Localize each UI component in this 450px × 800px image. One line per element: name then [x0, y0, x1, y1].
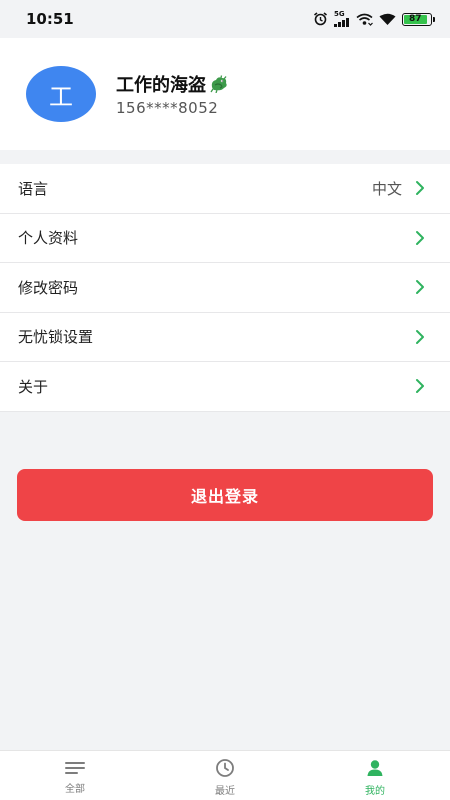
profile-info: 工作的海盗 156****8052	[116, 71, 229, 117]
menu-item-language[interactable]: 语言 中文	[0, 164, 450, 214]
hotspot-icon	[356, 13, 373, 26]
clock-icon	[216, 759, 234, 777]
nav-item-mine[interactable]: 我的	[300, 751, 450, 800]
menu-item-value: 中文	[371, 179, 402, 198]
chevron-right-icon	[416, 379, 424, 394]
menu-item-label: 关于	[18, 377, 49, 396]
status-time: 10:51	[26, 10, 74, 28]
profile-name: 工作的海盗	[116, 75, 206, 96]
cellular-signal-icon: 5G	[334, 11, 350, 27]
profile-card[interactable]: 工 工作的海盗 156****8052	[0, 38, 450, 150]
logout-container: 退出登录	[0, 468, 450, 521]
network-label: 5G	[334, 10, 345, 18]
battery-level: 87	[404, 14, 427, 24]
profile-name-row: 工作的海盗	[116, 71, 229, 97]
wifi-icon	[379, 13, 396, 26]
nav-label: 最近	[215, 786, 235, 797]
menu-item-lock-settings[interactable]: 无忧锁设置	[0, 313, 450, 362]
menu-item-profile[interactable]: 个人资料	[0, 214, 450, 263]
nav-label: 我的	[365, 786, 385, 797]
chevron-right-icon	[416, 230, 424, 245]
logout-button[interactable]: 退出登录	[17, 468, 433, 521]
alarm-icon	[313, 12, 328, 26]
person-icon	[367, 760, 383, 776]
menu-item-label: 语言	[18, 179, 49, 198]
menu-item-change-password[interactable]: 修改密码	[0, 263, 450, 313]
menu-item-label: 无忧锁设置	[18, 328, 94, 347]
chevron-right-icon	[416, 181, 424, 196]
nav-label: 全部	[65, 784, 85, 795]
chevron-right-icon	[416, 329, 424, 344]
battery-icon: 87	[402, 12, 435, 26]
settings-menu: 语言 中文 个人资料 修改密码 无忧锁设置 关于	[0, 164, 450, 412]
menu-item-label: 个人资料	[18, 229, 79, 248]
profile-phone: 156****8052	[116, 99, 219, 117]
nav-item-all[interactable]: 全部	[0, 751, 150, 800]
dragon-emoji-icon	[209, 75, 229, 93]
bottom-nav: 全部 最近 我的	[0, 750, 450, 800]
status-icons: 5G 87	[313, 11, 435, 27]
avatar[interactable]: 工	[26, 66, 96, 122]
list-icon	[65, 762, 85, 774]
nav-item-recent[interactable]: 最近	[150, 751, 300, 800]
menu-item-about[interactable]: 关于	[0, 362, 450, 412]
menu-item-label: 修改密码	[18, 278, 79, 297]
chevron-right-icon	[416, 280, 424, 295]
status-bar: 10:51 5G 87	[0, 0, 450, 38]
